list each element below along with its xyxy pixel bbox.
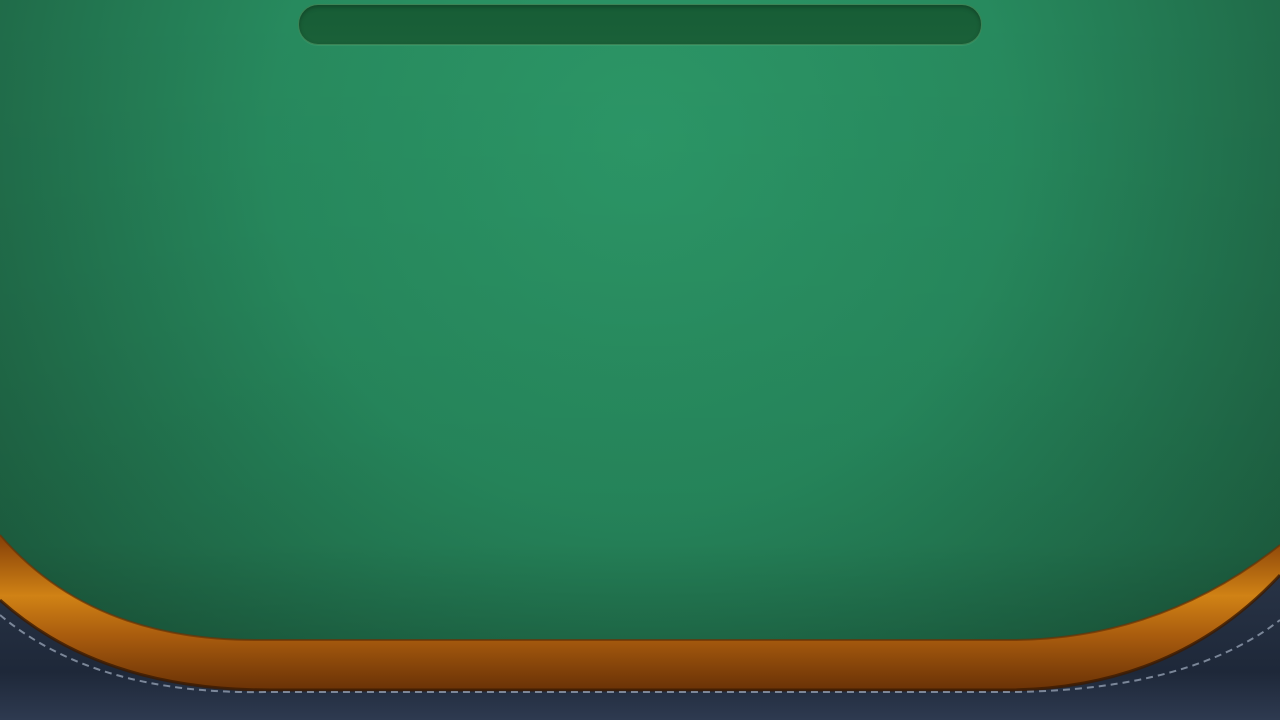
game-table-scene: [0, 0, 1280, 720]
status-message-bar: [298, 4, 982, 45]
table-felt-shade: [0, 0, 1280, 640]
poker-table: [0, 0, 1280, 720]
